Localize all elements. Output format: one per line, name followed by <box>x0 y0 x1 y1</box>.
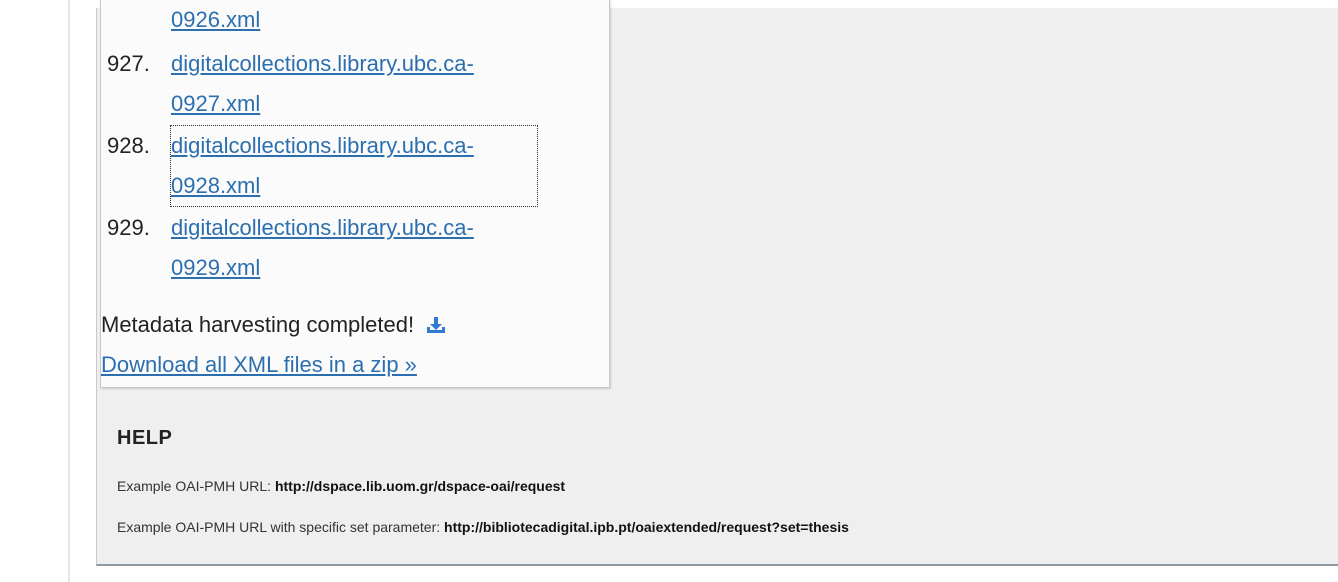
list-item: 928. digitalcollections.library.ubc.ca- … <box>101 125 601 207</box>
file-link-0927[interactable]: digitalcollections.library.ubc.ca- 0927.… <box>171 44 551 124</box>
help-example-url: Example OAI-PMH URL: http://dspace.lib.u… <box>117 478 565 494</box>
file-link-0926[interactable]: 0926.xml <box>171 0 551 40</box>
file-link-0928[interactable]: digitalcollections.library.ubc.ca- 0928.… <box>170 125 538 207</box>
list-item: 929. digitalcollections.library.ubc.ca- … <box>101 208 601 288</box>
file-link-line1: digitalcollections.library.ubc.ca- <box>171 133 474 158</box>
help-example-value: http://dspace.lib.uom.gr/dspace-oai/requ… <box>274 478 566 494</box>
harvest-results-box: 0926.xml 927. digitalcollections.library… <box>100 0 610 388</box>
help-example-label: Example OAI-PMH URL: <box>117 478 275 494</box>
list-item: 927. digitalcollections.library.ubc.ca- … <box>101 44 601 124</box>
help-example-set-value: http://bibliotecadigital.ipb.pt/oaiexten… <box>444 519 849 535</box>
harvest-status-text: Metadata harvesting completed! <box>101 312 415 337</box>
help-example-set-label: Example OAI-PMH URL with specific set pa… <box>117 519 445 535</box>
file-link-line2: 0928.xml <box>171 173 261 198</box>
left-divider <box>68 0 70 582</box>
harvest-status: Metadata harvesting completed! <box>101 308 446 342</box>
download-icon[interactable] <box>426 310 446 333</box>
file-link-line2: 0929.xml <box>171 255 261 280</box>
file-link-line2: 0926.xml <box>171 7 261 32</box>
file-link-line2: 0927.xml <box>171 91 261 116</box>
help-heading: HELP <box>117 427 173 449</box>
list-item-number: 929. <box>107 215 150 240</box>
download-zip-link[interactable]: Download all XML files in a zip » <box>101 348 417 382</box>
list-item: 0926.xml <box>101 0 601 40</box>
list-item-number: 928. <box>107 133 150 158</box>
help-example-set-url: Example OAI-PMH URL with specific set pa… <box>117 519 849 535</box>
file-link-line1: digitalcollections.library.ubc.ca- <box>171 215 474 240</box>
file-link-0929[interactable]: digitalcollections.library.ubc.ca- 0929.… <box>171 208 551 288</box>
list-item-number: 927. <box>107 51 150 76</box>
file-link-line1: digitalcollections.library.ubc.ca- <box>171 51 474 76</box>
